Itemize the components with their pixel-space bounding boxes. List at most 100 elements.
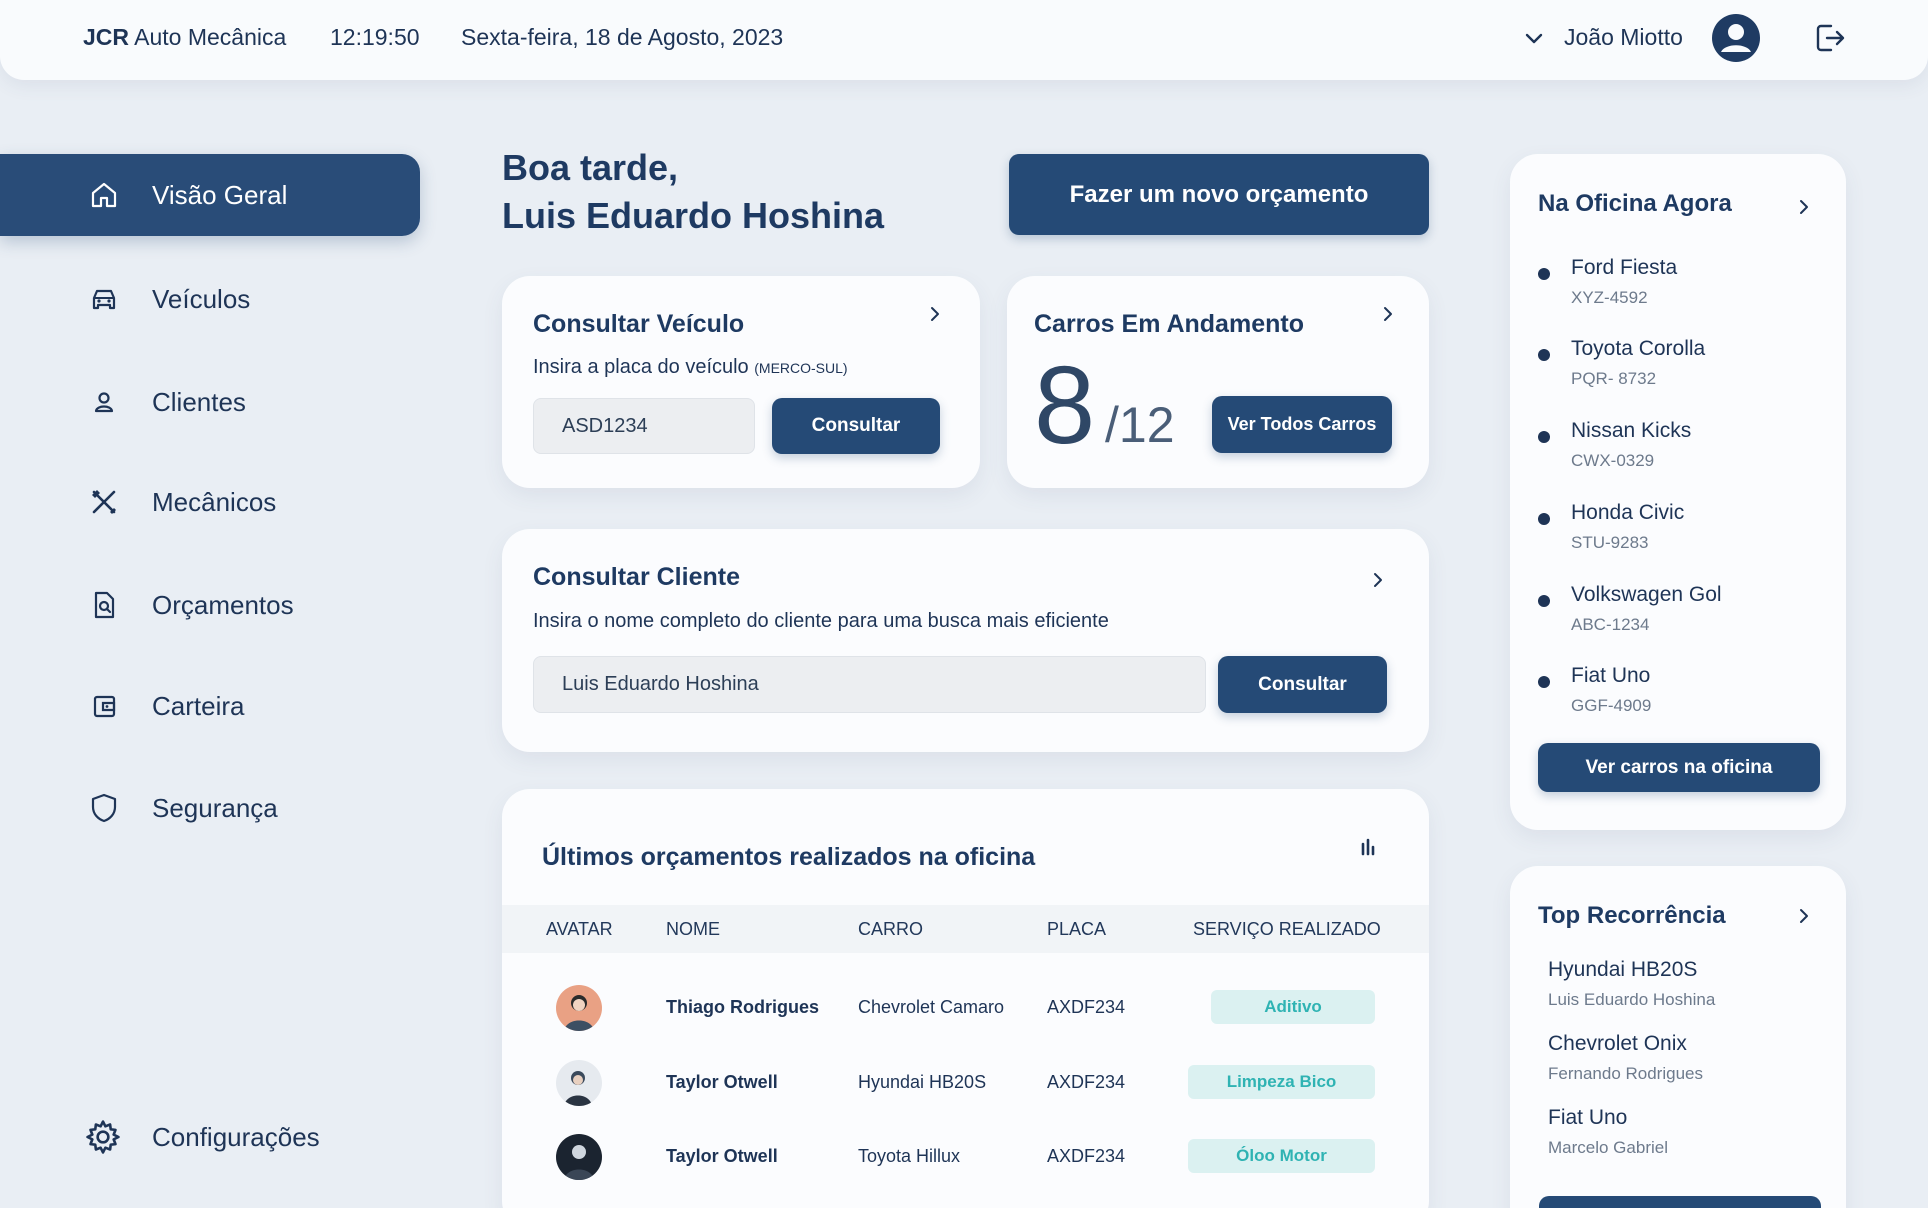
current-date: Sexta-feira, 18 de Agosto, 2023 — [461, 24, 784, 50]
gear-icon — [86, 1120, 120, 1154]
bullet — [1538, 349, 1550, 361]
sidebar-item-label: Mecânicos — [152, 486, 277, 517]
workshop-now-card: Na Oficina Agora Ford Fiesta XYZ-4592 Toy… — [1510, 154, 1846, 830]
card-title: Consultar Cliente — [533, 563, 740, 591]
avatar — [556, 1134, 602, 1180]
car-name: Fiat Uno — [1571, 664, 1651, 687]
card-title: Na Oficina Agora — [1538, 190, 1732, 217]
list-item[interactable]: Ford Fiesta XYZ-4592 — [1538, 256, 1838, 326]
client-name-input[interactable]: Luis Eduardo Hoshina — [533, 656, 1206, 713]
home-icon — [91, 182, 117, 208]
list-item[interactable]: Fiat Uno GGF-4909 — [1538, 664, 1838, 734]
car-plate: PQR- 8732 — [1571, 369, 1657, 388]
avatar — [556, 1060, 602, 1106]
table-row[interactable]: Taylor Otwell Hyundai HB20S AXDF234 Limp… — [502, 1054, 1429, 1128]
greeting-line: Boa tarde, — [502, 147, 679, 188]
cars-in-progress-count: 8 — [1034, 344, 1096, 467]
cars-total: /12 — [1105, 397, 1175, 453]
search-client-button[interactable]: Consultar — [1218, 656, 1387, 713]
greeting: Boa tarde, Luis Eduardo Hoshina — [502, 144, 884, 240]
list-item[interactable]: Nissan Kicks CWX-0329 — [1538, 419, 1838, 489]
logout-icon[interactable] — [1811, 20, 1847, 56]
list-item[interactable]: Volkswagen Gol ABC-1234 — [1538, 583, 1838, 653]
sidebar-item-veiculos[interactable]: Veículos — [0, 258, 420, 340]
search-vehicle-button[interactable]: Consultar — [772, 398, 940, 454]
bullet — [1538, 431, 1550, 443]
plate: AXDF234 — [1047, 1146, 1126, 1166]
cars-in-progress-card: Carros Em Andamento 8 /12 Ver Todos Carr… — [1007, 276, 1429, 488]
sidebar-item-label: Carteira — [152, 690, 245, 721]
list-item[interactable]: Chevrolet Onix Fernando Rodrigues — [1548, 1032, 1848, 1102]
car-name: Nissan Kicks — [1571, 419, 1692, 442]
bar-chart-icon[interactable] — [1356, 835, 1380, 859]
sidebar-item-orcamentos[interactable]: Orçamentos — [0, 564, 420, 646]
card-subtitle: Insira o nome completo do cliente para u… — [533, 610, 1109, 632]
owner-name: Marcelo Gabriel — [1548, 1138, 1668, 1157]
list-item[interactable]: Honda Civic STU-9283 — [1538, 501, 1838, 571]
tools-icon — [92, 490, 116, 514]
top-bar: JCR Auto Mecânica 12:19:50 Sexta-feira, … — [0, 0, 1928, 80]
workshop-car-list: Ford Fiesta XYZ-4592 Toyota Corolla PQR- 8… — [1538, 256, 1838, 716]
customer-name: Thiago Rodrigues — [666, 997, 819, 1017]
car-name: Volkswagen Gol — [1571, 583, 1722, 606]
new-quote-button[interactable]: Fazer um novo orçamento — [1009, 154, 1429, 235]
car-plate: STU-9283 — [1571, 533, 1649, 552]
sidebar-item-label: Segurança — [152, 792, 278, 823]
bullet — [1538, 268, 1550, 280]
owner-name: Luis Eduardo Hoshina — [1548, 990, 1716, 1009]
sidebar-item-label: Configurações — [152, 1121, 320, 1152]
chevron-down-icon[interactable] — [1522, 26, 1546, 50]
client-search-card: Consultar Cliente Insira o nome completo… — [502, 529, 1429, 752]
sidebar-item-mecanicos[interactable]: Mecânicos — [0, 461, 420, 543]
column-header: PLACA — [1047, 919, 1107, 939]
recent-quotes-card: Últimos orçamentos realizados na oficina… — [502, 789, 1429, 1208]
car-model: Toyota Hillux — [858, 1146, 961, 1166]
car-plate: CWX-0329 — [1571, 451, 1655, 470]
partial-button[interactable] — [1539, 1196, 1821, 1208]
service-badge: Aditivo — [1211, 990, 1375, 1024]
recurrence-list: Hyundai HB20S Luis Eduardo Hoshina Chevro… — [1548, 958, 1838, 1188]
car-plate: GGF-4909 — [1571, 696, 1652, 715]
bullet — [1538, 595, 1550, 607]
car-name: Ford Fiesta — [1571, 256, 1678, 279]
column-header: NOME — [666, 919, 720, 939]
user-name[interactable]: João Miotto — [1564, 24, 1683, 51]
bullet — [1538, 513, 1550, 525]
plate: AXDF234 — [1047, 997, 1126, 1017]
card-subtitle: Insira a placa do veículo (MERCO-SUL) — [533, 356, 848, 378]
table-header: AVATAR NOME CARRO PLACA SERVIÇO REALIZAD… — [502, 905, 1429, 953]
chevron-right-icon[interactable] — [925, 304, 945, 324]
car-model: Hyundai HB20S — [858, 1072, 987, 1092]
bullet — [1538, 676, 1550, 688]
plate-input[interactable]: ASD1234 — [533, 398, 755, 454]
list-item[interactable]: Toyota Corolla PQR- 8732 — [1538, 337, 1838, 407]
app-brand: JCR Auto Mecânica — [83, 24, 287, 50]
top-recurrence-card: Top Recorrência Hyundai HB20S Luis Eduard… — [1510, 866, 1846, 1208]
chevron-right-icon[interactable] — [1368, 570, 1388, 590]
list-item[interactable]: Fiat Uno Marcelo Gabriel — [1548, 1106, 1848, 1176]
chevron-right-icon[interactable] — [1378, 304, 1398, 324]
user-icon — [94, 392, 114, 413]
list-item[interactable]: Hyundai HB20S Luis Eduardo Hoshina — [1548, 958, 1848, 1028]
column-header: SERVIÇO REALIZADO — [1193, 919, 1381, 939]
user-avatar-icon[interactable] — [1710, 12, 1762, 64]
greeting-user-name: Luis Eduardo Hoshina — [502, 195, 885, 236]
chevron-right-icon[interactable] — [1794, 906, 1814, 926]
car-name: Hyundai HB20S — [1548, 958, 1698, 981]
table-row[interactable]: Thiago Rodrigues Chevrolet Camaro AXDF23… — [502, 979, 1429, 1053]
document-search-icon — [94, 591, 115, 619]
view-workshop-cars-button[interactable]: Ver carros na oficina — [1538, 743, 1820, 792]
car-model: Chevrolet Camaro — [858, 997, 1005, 1017]
sidebar-item-visao-geral[interactable]: Visão Geral — [0, 154, 420, 236]
car-plate: XYZ-4592 — [1571, 288, 1648, 307]
avatar — [556, 985, 602, 1031]
sidebar-item-carteira[interactable]: Carteira — [0, 665, 420, 747]
sidebar-item-configuracoes[interactable]: Configurações — [0, 1096, 420, 1178]
view-all-cars-button[interactable]: Ver Todos Carros — [1212, 396, 1392, 453]
sidebar-item-seguranca[interactable]: Segurança — [0, 767, 420, 849]
sidebar-item-clientes[interactable]: Clientes — [0, 361, 420, 443]
chevron-right-icon[interactable] — [1794, 197, 1814, 217]
sidebar-item-label: Orçamentos — [152, 589, 294, 620]
table-row[interactable]: Taylor Otwell Toyota Hillux AXDF234 Óloo… — [502, 1128, 1429, 1202]
customer-name: Taylor Otwell — [666, 1146, 778, 1166]
